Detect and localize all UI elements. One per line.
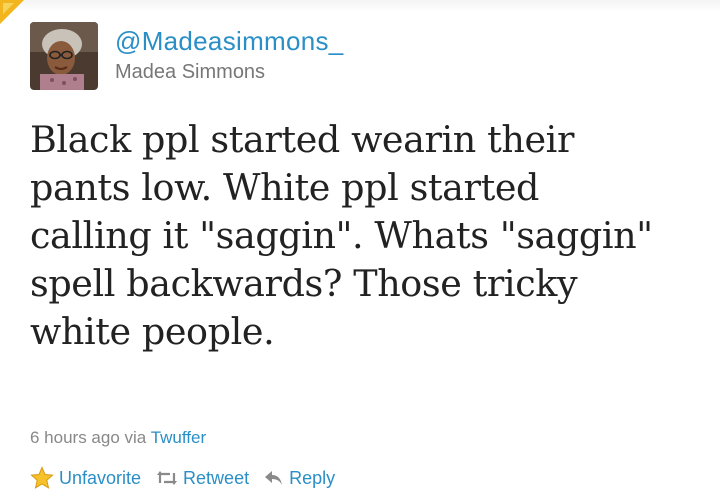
tweet-text-line: white people. xyxy=(30,310,275,353)
retweet-icon xyxy=(157,471,178,485)
reply-button[interactable]: Reply xyxy=(264,468,335,489)
user-display-name: Madea Simmons xyxy=(115,61,266,83)
tweet-actions: Unfavorite Retweet Reply xyxy=(30,466,350,490)
tweet-text-line: spell backwards? Those tricky xyxy=(30,262,578,305)
favorited-corner-icon xyxy=(0,0,24,24)
tweet-text-line: calling it "saggin". Whats "saggin" xyxy=(30,214,653,257)
tweet-meta: 6 hours ago via Twuffer xyxy=(30,428,206,448)
avatar-image xyxy=(30,22,98,90)
reply-icon xyxy=(265,471,283,485)
source-link[interactable]: Twuffer xyxy=(151,428,206,447)
user-names: @Madeasimmons_ Madea Simmons xyxy=(115,26,344,86)
star-icon xyxy=(30,466,54,489)
tweet-text-line: Black ppl started wearin their xyxy=(30,118,575,161)
tweet-page: @Madeasimmons_ Madea Simmons Black ppl s… xyxy=(0,0,720,498)
tweet-header: @Madeasimmons_ Madea Simmons xyxy=(30,22,344,92)
avatar[interactable] xyxy=(30,22,98,90)
via-label: via xyxy=(124,428,147,447)
retweet-button[interactable]: Retweet xyxy=(156,468,249,489)
retweet-label: Retweet xyxy=(183,467,250,488)
unfavorite-button[interactable]: Unfavorite xyxy=(30,466,141,490)
user-handle-link[interactable]: @Madeasimmons_ xyxy=(115,26,344,56)
tweet-text-line: pants low. White ppl started xyxy=(30,166,540,209)
reply-label: Reply xyxy=(289,467,336,488)
tweet-text: Black ppl started wearin their pants low… xyxy=(30,116,700,356)
unfavorite-label: Unfavorite xyxy=(59,467,142,488)
tweet-timestamp[interactable]: 6 hours ago xyxy=(30,428,120,447)
